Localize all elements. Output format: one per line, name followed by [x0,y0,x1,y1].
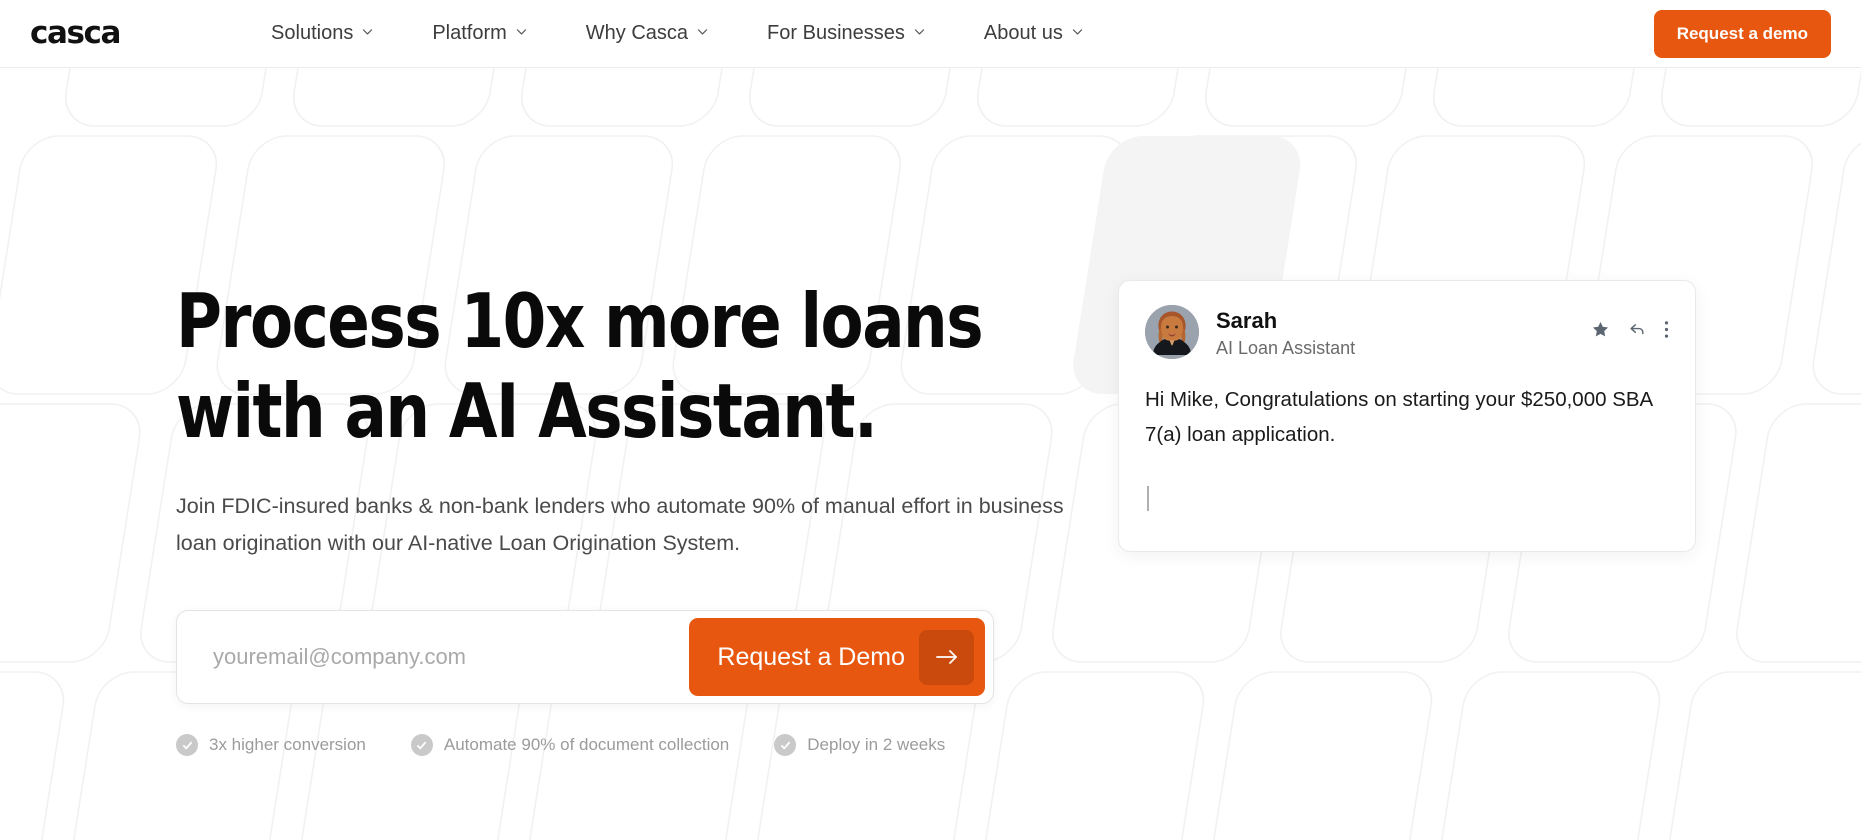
hero-subheadline: Join FDIC-insured banks & non-bank lende… [176,494,1064,555]
page-title: Process 10x more loans with an AI Assist… [176,276,1032,456]
logo[interactable]: casca [30,15,121,51]
hero-badges: 3x higher conversion Automate 90% of doc… [176,734,1096,756]
request-demo-submit-button[interactable]: Request a Demo [689,618,985,696]
email-input[interactable] [185,619,690,695]
badge-deploy-in-2-weeks: Deploy in 2 weeks [774,734,945,756]
text-cursor-caret [1147,485,1149,511]
hero-copy: Process 10x more loans with an AI Assist… [176,276,1096,756]
demo-request-form: Request a Demo [176,610,994,704]
nav-item-about-us[interactable]: About us [955,14,1113,53]
headline-line-1: Process 10x more loans [176,277,984,365]
reply-icon[interactable] [1627,319,1647,339]
nav-item-label: About us [983,22,1063,44]
badge-label: Automate 90% of document collection [443,735,730,754]
hero-section: Process 10x more loans with an AI Assist… [0,68,1861,840]
chevron-down-icon [361,25,374,38]
nav-item-platform[interactable]: Platform [403,14,556,53]
top-navigation-bar: casca Solutions Platform Why Casca For B… [0,0,1861,68]
message-text: Hi Mike, Congratulations on starting you… [1145,387,1653,446]
sender-role: AI Loan Assistant [1216,338,1356,359]
chevron-down-icon [515,25,528,38]
nav-item-label: Solutions [271,22,354,44]
message-header: Sarah AI Loan Assistant [1145,305,1669,360]
message-actions [1591,305,1669,339]
nav-item-label: Why Casca [585,22,689,44]
badge-label: 3x higher conversion [209,735,366,754]
sender-name: Sarah [1216,308,1278,333]
logo-text: casca [30,15,121,51]
arrow-right-icon [919,629,974,685]
badge-automate-document-collection: Automate 90% of document collection [410,734,730,756]
nav-item-label: Platform [432,22,507,44]
avatar [1145,305,1199,359]
badge-3x-higher-conversion: 3x higher conversion [176,734,366,756]
hero-content: Process 10x more loans with an AI Assist… [0,68,1861,840]
sender-info: Sarah AI Loan Assistant [1216,305,1574,360]
nav-item-solutions[interactable]: Solutions [242,14,403,53]
star-icon[interactable] [1591,320,1610,339]
check-circle-icon [410,734,433,756]
nav-item-for-businesses[interactable]: For Businesses [738,14,955,53]
ai-assistant-message-card: Sarah AI Loan Assistant Hi Mike, Congrat… [1118,280,1696,552]
nav-item-label: For Businesses [767,22,905,44]
chevron-down-icon [696,25,709,38]
primary-nav: Solutions Platform Why Casca For Busines… [242,14,1113,53]
request-demo-submit-label: Request a Demo [717,642,905,671]
request-demo-nav-button[interactable]: Request a demo [1653,9,1831,58]
more-vertical-icon[interactable] [1664,320,1669,339]
headline-line-2: with an AI Assistant. [176,367,878,455]
check-circle-icon [774,734,797,756]
nav-item-why-casca[interactable]: Why Casca [557,14,738,53]
chevron-down-icon [913,25,926,38]
chevron-down-icon [1071,25,1084,38]
badge-label: Deploy in 2 weeks [807,735,946,754]
check-circle-icon [176,734,198,756]
